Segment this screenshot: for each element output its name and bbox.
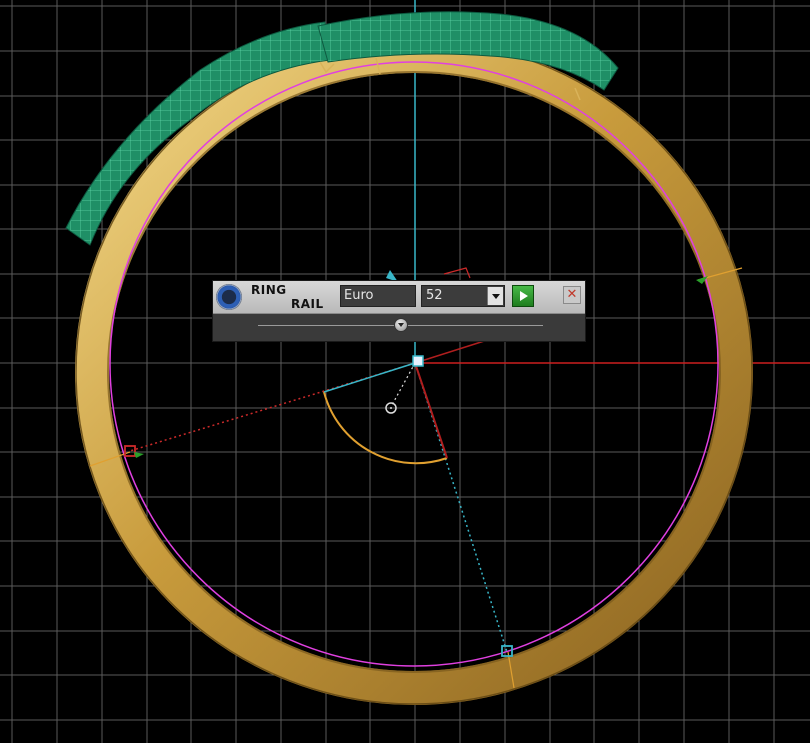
play-icon	[520, 291, 528, 301]
3d-viewport[interactable]	[0, 0, 810, 743]
close-button[interactable]: ✕	[563, 286, 581, 304]
ring-size-select[interactable]: 52	[421, 285, 505, 307]
pivot-handle-dot	[390, 407, 392, 409]
apply-button[interactable]	[512, 285, 534, 307]
panel-header: RING RAIL Euro 52 ✕	[213, 281, 585, 314]
slider-handle[interactable]	[393, 318, 408, 332]
angle-leg-red	[414, 362, 448, 459]
ring-icon	[216, 284, 242, 310]
ring-standard-field[interactable]: Euro	[340, 285, 416, 307]
ring-rail-panel[interactable]: RING RAIL Euro 52 ✕	[212, 280, 586, 342]
grid	[0, 0, 810, 743]
accent-red-bracket	[443, 267, 471, 279]
panel-title-ring: RING	[251, 283, 287, 297]
chevron-down-icon	[397, 323, 404, 327]
origin-handle[interactable]	[412, 355, 424, 367]
accent-green-mark-left	[134, 452, 144, 458]
ring-size-value: 52	[426, 288, 443, 303]
panel-title-rail: RAIL	[291, 297, 324, 311]
chevron-down-icon[interactable]	[487, 287, 503, 305]
